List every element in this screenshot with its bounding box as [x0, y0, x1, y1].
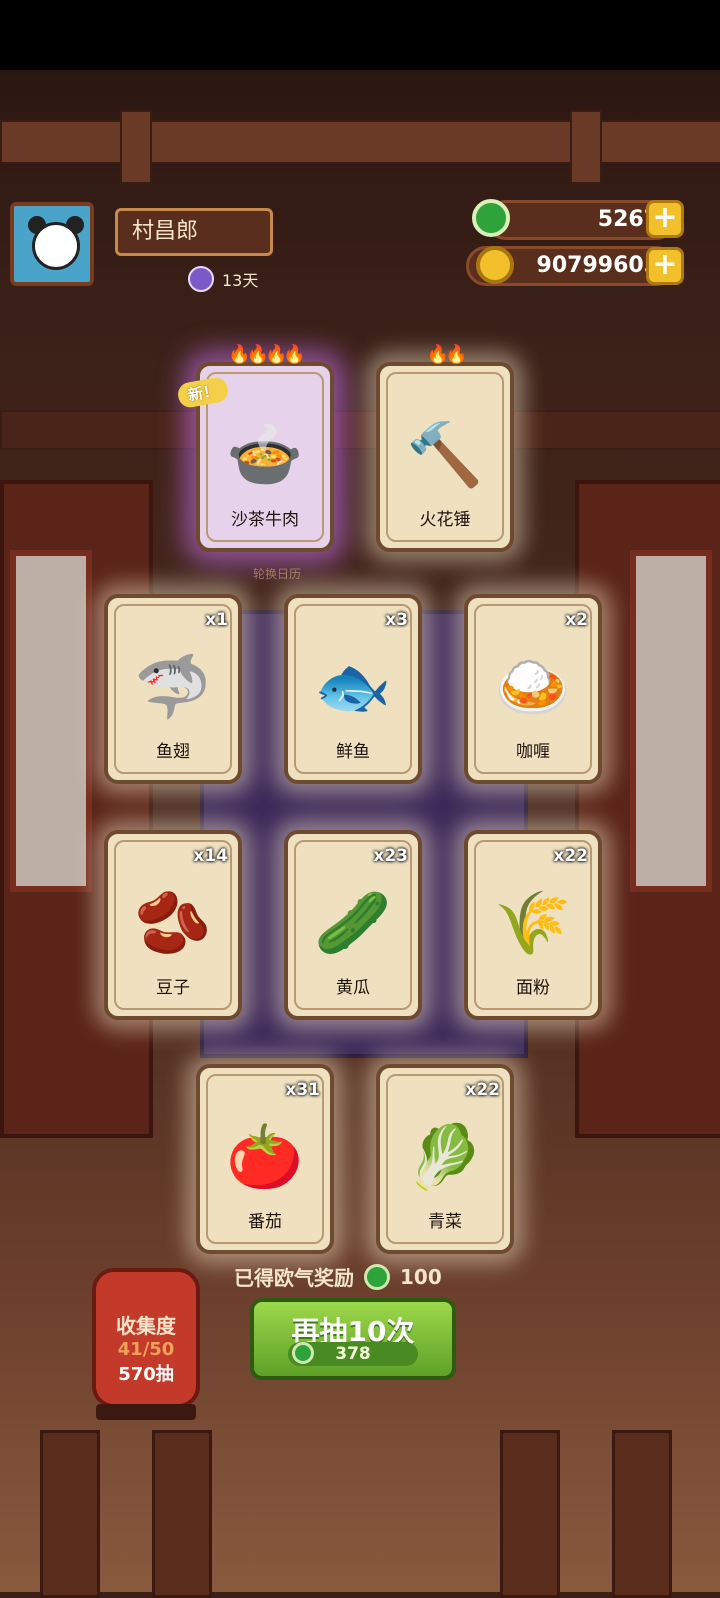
curry-gravy-boat-icon: 🍛	[494, 649, 572, 723]
card-flour[interactable]: x22 🌾 面粉	[464, 830, 602, 1020]
card-count: x2	[565, 610, 588, 630]
right-window-lattice	[630, 550, 712, 892]
card-greens[interactable]: x22 🥬 青菜	[376, 1064, 514, 1254]
lantern-stand	[96, 1404, 196, 1420]
card-label: 黄瓜	[336, 978, 370, 998]
greens-icon: 🥬	[406, 1119, 484, 1193]
collection-lantern[interactable]: 收集度 41/50 570抽	[92, 1268, 200, 1408]
card-beans[interactable]: x14 🫘 豆子	[104, 830, 242, 1020]
player-avatar[interactable]	[10, 202, 94, 286]
shacha-beef-pot-icon: 🍲	[226, 417, 304, 491]
luck-reward-row: 已得欧气奖励 100	[234, 1262, 442, 1291]
left-window-lattice	[10, 550, 92, 892]
floor-post	[612, 1430, 672, 1598]
card-count: x22	[553, 846, 588, 866]
card-count: x22	[465, 1080, 500, 1100]
card-label: 番茄	[248, 1212, 282, 1232]
rotation-calendar-caption: 轮换日历	[253, 567, 302, 581]
card-label: 鲜鱼	[336, 742, 370, 762]
roof-beam	[0, 120, 720, 164]
card-label: 豆子	[156, 978, 190, 998]
flame-rating-icon: 🔥🔥	[426, 344, 468, 365]
card-count: x3	[385, 610, 408, 630]
card-label: 火花锤	[419, 510, 471, 530]
roof-post-left	[120, 110, 152, 184]
hammer-icon: 🔨	[406, 417, 484, 491]
draw-count: 570抽	[118, 1364, 174, 1385]
floor-post	[40, 1430, 100, 1598]
card-label: 鱼翅	[156, 742, 190, 762]
player-name[interactable]: 村昌郎	[115, 208, 273, 256]
fish-icon: 🐟	[314, 649, 392, 723]
draw-cost: 378	[288, 1342, 418, 1366]
cucumber-icon: 🥒	[314, 885, 392, 959]
card-tomato[interactable]: x31 🍅 番茄	[196, 1064, 334, 1254]
card-count: x1	[205, 610, 228, 630]
flour-sack-icon: 🌾	[494, 885, 572, 959]
reward-value: 100	[400, 1264, 442, 1289]
card-shark-fin[interactable]: x1 🦈 鱼翅	[104, 594, 242, 784]
card-curry[interactable]: x2 🍛 咖喱	[464, 594, 602, 784]
wall-beam	[0, 410, 720, 450]
floor-post	[152, 1430, 212, 1598]
character-badge-icon	[188, 266, 214, 292]
draw-ten-button[interactable]: 再抽10次 378	[250, 1298, 456, 1380]
card-count: x31	[285, 1080, 320, 1100]
card-label: 面粉	[516, 978, 550, 998]
days-label: 13天	[222, 271, 259, 290]
card-label: 咖喱	[516, 742, 550, 762]
add-gold-button[interactable]: +	[646, 247, 684, 285]
floor-post	[500, 1430, 560, 1598]
beans-box-icon: 🫘	[134, 885, 212, 959]
collection-progress: 41/50	[117, 1339, 175, 1360]
panda-face-icon	[32, 222, 80, 270]
tomato-icon: 🍅	[226, 1119, 304, 1193]
jade-coin-icon	[292, 1342, 314, 1364]
status-bar	[0, 0, 720, 70]
jade-coin-icon	[364, 1263, 390, 1290]
draw-cost-value: 378	[335, 1344, 371, 1364]
card-shacha-beef[interactable]: 🔥🔥🔥🔥 新！ 🍲 沙茶牛肉	[176, 344, 334, 552]
card-label: 青菜	[428, 1212, 462, 1232]
add-jade-button[interactable]: +	[646, 200, 684, 238]
card-fish[interactable]: x3 🐟 鲜鱼	[284, 594, 422, 784]
roof-post-right	[570, 110, 602, 184]
card-label: 沙茶牛肉	[231, 510, 299, 530]
shark-fin-icon: 🦈	[134, 649, 212, 723]
card-spark-hammer[interactable]: 🔥🔥 🔨 火花锤	[376, 344, 514, 552]
gold-coin-icon	[476, 246, 514, 284]
card-cucumber[interactable]: x23 🥒 黄瓜	[284, 830, 422, 1020]
card-count: x14	[193, 846, 228, 866]
jade-coin-icon	[472, 199, 510, 237]
reward-label: 已得欧气奖励	[234, 1266, 354, 1290]
login-days: 13天	[188, 266, 258, 292]
collection-label: 收集度	[116, 1314, 176, 1338]
flame-rating-icon: 🔥🔥🔥🔥	[228, 344, 306, 365]
card-count: x23	[373, 846, 408, 866]
